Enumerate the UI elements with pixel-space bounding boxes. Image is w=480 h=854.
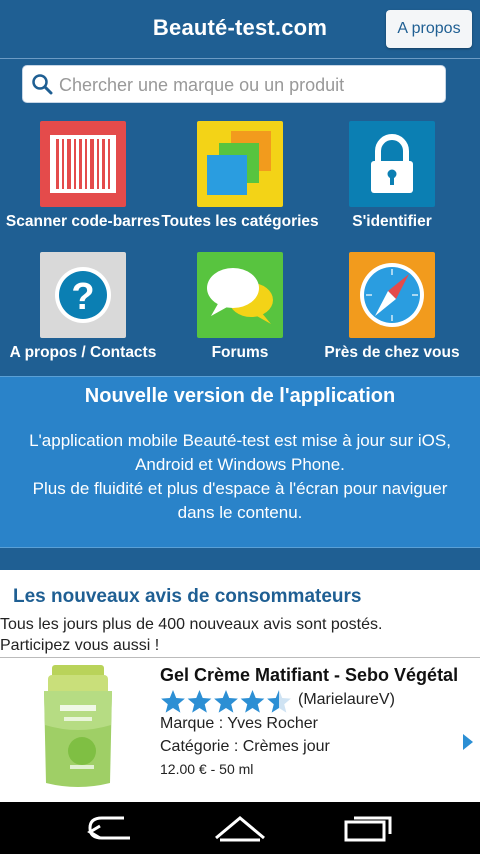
search-input[interactable] xyxy=(57,68,441,102)
rating-stars xyxy=(161,690,291,713)
tile-forums[interactable]: Forums xyxy=(160,246,320,370)
star-icon xyxy=(214,690,238,713)
banner-title: Nouvelle version de l'application xyxy=(84,385,396,407)
search-icon xyxy=(32,74,53,95)
tile-label: Forums xyxy=(211,344,269,361)
back-icon[interactable] xyxy=(80,812,140,844)
about-button[interactable]: A propos xyxy=(386,10,472,48)
compass-icon xyxy=(349,252,435,338)
banner-line: L'application mobile Beauté-test est mis… xyxy=(29,431,451,450)
home-icon[interactable] xyxy=(210,812,270,844)
recents-icon[interactable] xyxy=(338,812,398,844)
banner-text: L'application mobile Beauté-test est mis… xyxy=(0,429,480,525)
tile-nearby[interactable]: Près de chez vous xyxy=(312,246,472,370)
barcode-icon xyxy=(40,121,126,207)
review-author: (MarielaureV) xyxy=(298,691,395,708)
categories-icon xyxy=(197,121,283,207)
reviews-title: Les nouveaux avis de consommateurs xyxy=(13,586,362,607)
tile-about-contacts[interactable]: ? A propos / Contacts xyxy=(3,246,163,370)
product-brand: Marque : Yves Rocher xyxy=(160,715,319,732)
lock-icon xyxy=(349,121,435,207)
star-icon xyxy=(240,690,265,713)
tile-scanner[interactable]: Scanner code-barres xyxy=(3,115,163,239)
new-version-banner: Nouvelle version de l'application L'appl… xyxy=(0,376,480,548)
reviews-intro-line: Tous les jours plus de 400 nouveaux avis… xyxy=(0,616,383,633)
banner-line: Plus de fluidité et plus d'espace à l'éc… xyxy=(32,479,448,498)
question-icon: ? xyxy=(40,252,126,338)
product-price: 12.00 € - 50 ml xyxy=(160,761,254,777)
star-icon xyxy=(161,690,185,713)
star-icon xyxy=(187,690,212,713)
search-bar[interactable] xyxy=(22,65,446,103)
menu-grid: Scanner code-barres Toutes les catégorie… xyxy=(0,115,480,370)
app-header: Beauté-test.com A propos xyxy=(0,0,480,59)
star-icon xyxy=(267,690,291,713)
product-item[interactable]: Gel Crème Matifiant - Sebo Végétal (Mari… xyxy=(0,659,480,802)
tile-login[interactable]: S'identifier xyxy=(312,115,472,239)
reviews-panel: Les nouveaux avis de consommateurs Tous … xyxy=(0,570,480,802)
tile-label: Scanner code-barres xyxy=(5,213,161,230)
reviews-intro-line: Participez vous aussi ! xyxy=(0,637,160,654)
banner-line: Android et Windows Phone. xyxy=(135,455,345,474)
product-name: Gel Crème Matifiant - Sebo Végétal xyxy=(160,665,459,685)
chat-bubbles-icon xyxy=(197,252,283,338)
product-image xyxy=(44,665,112,787)
tile-label: Toutes les catégories xyxy=(161,213,319,230)
system-nav-bar xyxy=(0,802,480,854)
tile-categories[interactable]: Toutes les catégories xyxy=(160,115,320,239)
banner-line: dans le contenu. xyxy=(177,503,303,522)
divider xyxy=(0,657,480,658)
tile-label: S'identifier xyxy=(352,213,432,230)
tile-label: A propos / Contacts xyxy=(9,344,157,361)
chevron-right-icon[interactable] xyxy=(461,732,475,752)
tile-label: Près de chez vous xyxy=(324,344,460,361)
svg-text:?: ? xyxy=(71,276,94,318)
reviews-intro: Tous les jours plus de 400 nouveaux avis… xyxy=(0,614,470,656)
product-category: Catégorie : Crèmes jour xyxy=(160,738,330,755)
